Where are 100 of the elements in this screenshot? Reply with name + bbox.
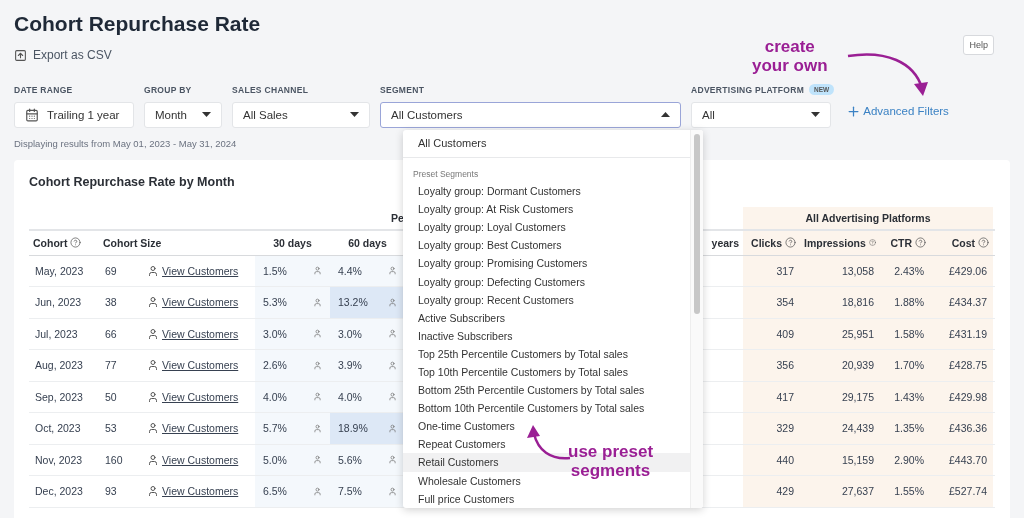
- option-group-label: Preset Segments: [412, 168, 480, 181]
- table-cell-text: Sep, 2023: [34, 389, 84, 405]
- view-customers-link[interactable]: View Customers: [162, 327, 239, 340]
- table-cell-text: 160: [104, 452, 124, 468]
- help-icon[interactable]: [70, 237, 82, 248]
- rate-cell: 2.6%: [255, 350, 330, 381]
- table-cell-text: 77: [104, 358, 118, 374]
- table-cell: 429: [743, 476, 800, 507]
- view-customers-link[interactable]: View Customers: [162, 390, 239, 403]
- caret-icon: [350, 112, 359, 117]
- table-cell: £527.74: [930, 476, 993, 507]
- person-icon[interactable]: [388, 297, 397, 307]
- table-cell-text: 38: [104, 295, 118, 311]
- table-cell: £436.36: [930, 413, 993, 444]
- advanced-filters-link[interactable]: Advanced Filters: [846, 103, 949, 119]
- dropdown-option[interactable]: Loyalty group: Defecting Customers: [403, 272, 600, 291]
- dropdown-option[interactable]: Repeat Customers: [403, 435, 521, 454]
- person-icon: [147, 485, 159, 498]
- person-icon[interactable]: [388, 486, 397, 496]
- help-icon[interactable]: [868, 237, 876, 248]
- dropdown-option[interactable]: Loyalty group: Loyal Customers: [403, 218, 581, 237]
- person-icon[interactable]: [313, 360, 322, 370]
- dropdown-option[interactable]: Loyalty group: Best Customers: [403, 236, 577, 255]
- person-icon[interactable]: [313, 297, 322, 307]
- person-icon[interactable]: [313, 266, 322, 276]
- dropdown-option[interactable]: All Customers: [403, 130, 690, 158]
- dropdown-option[interactable]: Active Subscribers: [403, 308, 520, 327]
- table-cell: £434.37: [930, 287, 993, 318]
- person-icon[interactable]: [388, 266, 397, 276]
- person-icon[interactable]: [388, 360, 397, 370]
- person-icon: [147, 327, 159, 340]
- dropdown-option[interactable]: Top 25th Percentile Customers by Total sales: [403, 344, 643, 363]
- dropdown-option[interactable]: Full price Customers: [403, 489, 530, 508]
- person-icon[interactable]: [313, 329, 322, 339]
- rate-cell: 4.0%: [330, 381, 405, 412]
- filter-label: DATE RANGE: [14, 83, 73, 96]
- person-icon[interactable]: [313, 455, 322, 465]
- filter-label: GROUP BY: [144, 83, 192, 96]
- help-button[interactable]: Help: [963, 35, 994, 55]
- rate-cell: 5.7%: [255, 413, 330, 444]
- rate-cell: 6.5%: [255, 476, 330, 507]
- table-cell: 15,159: [800, 444, 880, 475]
- rate-cell: 1.5%: [255, 255, 330, 286]
- table-cell-text: May, 2023: [34, 263, 85, 279]
- table-cell-text: 66: [104, 326, 118, 342]
- table-cell-text: Oct, 2023: [34, 421, 82, 437]
- select-field[interactable]: Month: [144, 101, 222, 128]
- view-customers-link[interactable]: View Customers: [162, 453, 239, 466]
- column-header: CTR: [890, 236, 912, 249]
- table-cell: 1.58%: [880, 318, 930, 349]
- dropdown-option[interactable]: One-time Customers: [403, 417, 530, 436]
- person-icon[interactable]: [388, 392, 397, 402]
- rate-cell: 18.9%: [330, 413, 405, 444]
- rate-cell: 4.4%: [330, 255, 405, 286]
- person-icon[interactable]: [388, 455, 397, 465]
- caret-icon: [202, 112, 211, 117]
- rate-cell: 3.0%: [330, 318, 405, 349]
- dropdown-option[interactable]: Loyalty group: Recent Customers: [403, 290, 589, 309]
- dropdown-option[interactable]: Top 10th Percentile Customers by Total sales: [403, 362, 643, 382]
- person-icon: [147, 422, 159, 435]
- dropdown-option[interactable]: Loyalty group: Promising Customers: [403, 254, 603, 273]
- view-customers-link[interactable]: View Customers: [162, 485, 239, 498]
- person-icon[interactable]: [388, 329, 397, 339]
- annotation-text: create your own: [752, 38, 828, 76]
- table-cell-text: 93: [104, 484, 118, 500]
- dropdown-option[interactable]: Inactive Subscribers: [403, 326, 528, 345]
- column-header: 60 days: [348, 236, 387, 249]
- dropdown-option[interactable]: Bottom 10th Percentile Customers by Total sales: [403, 399, 660, 418]
- select-field[interactable]: All Customers: [380, 101, 681, 128]
- view-customers-link[interactable]: View Customers: [162, 422, 239, 435]
- view-customers-link[interactable]: View Customers: [162, 296, 239, 309]
- table-cell-text: Dec, 2023: [34, 484, 84, 500]
- column-header: years: [711, 236, 739, 249]
- dropdown-option[interactable]: Wholesale Customers: [403, 471, 536, 490]
- export-csv-link[interactable]: Export as CSV: [14, 48, 112, 62]
- table-cell: 24,439: [800, 413, 880, 444]
- dropdown-option[interactable]: Bottom 25th Percentile Customers by Total sales: [403, 381, 660, 400]
- caret-icon: [811, 112, 820, 117]
- person-icon[interactable]: [313, 423, 322, 433]
- scrollbar-thumb[interactable]: [694, 134, 700, 314]
- select-field[interactable]: All Sales: [232, 101, 370, 128]
- select-field[interactable]: All: [691, 101, 831, 128]
- filter-label: SEGMENT: [380, 83, 425, 96]
- dropdown-option[interactable]: Loyalty group: Dormant Customers: [403, 182, 596, 201]
- help-icon[interactable]: [978, 237, 989, 248]
- card-title: Cohort Repurchase Rate by Month: [29, 174, 235, 189]
- table-cell: 1.70%: [880, 350, 930, 381]
- person-icon[interactable]: [313, 486, 322, 496]
- person-icon[interactable]: [313, 392, 322, 402]
- table-cell: 2.43%: [880, 255, 930, 286]
- help-icon[interactable]: [915, 237, 926, 248]
- help-icon[interactable]: [785, 237, 796, 248]
- table-cell: 417: [743, 381, 800, 412]
- table-cell: £443.70: [930, 444, 993, 475]
- person-icon[interactable]: [388, 423, 397, 433]
- table-cell: 18,816: [800, 287, 880, 318]
- view-customers-link[interactable]: View Customers: [162, 264, 239, 277]
- view-customers-link[interactable]: View Customers: [162, 359, 239, 372]
- dropdown-option[interactable]: Loyalty group: At Risk Customers: [403, 200, 589, 219]
- date-range-picker[interactable]: Trailing 1 year: [14, 101, 134, 128]
